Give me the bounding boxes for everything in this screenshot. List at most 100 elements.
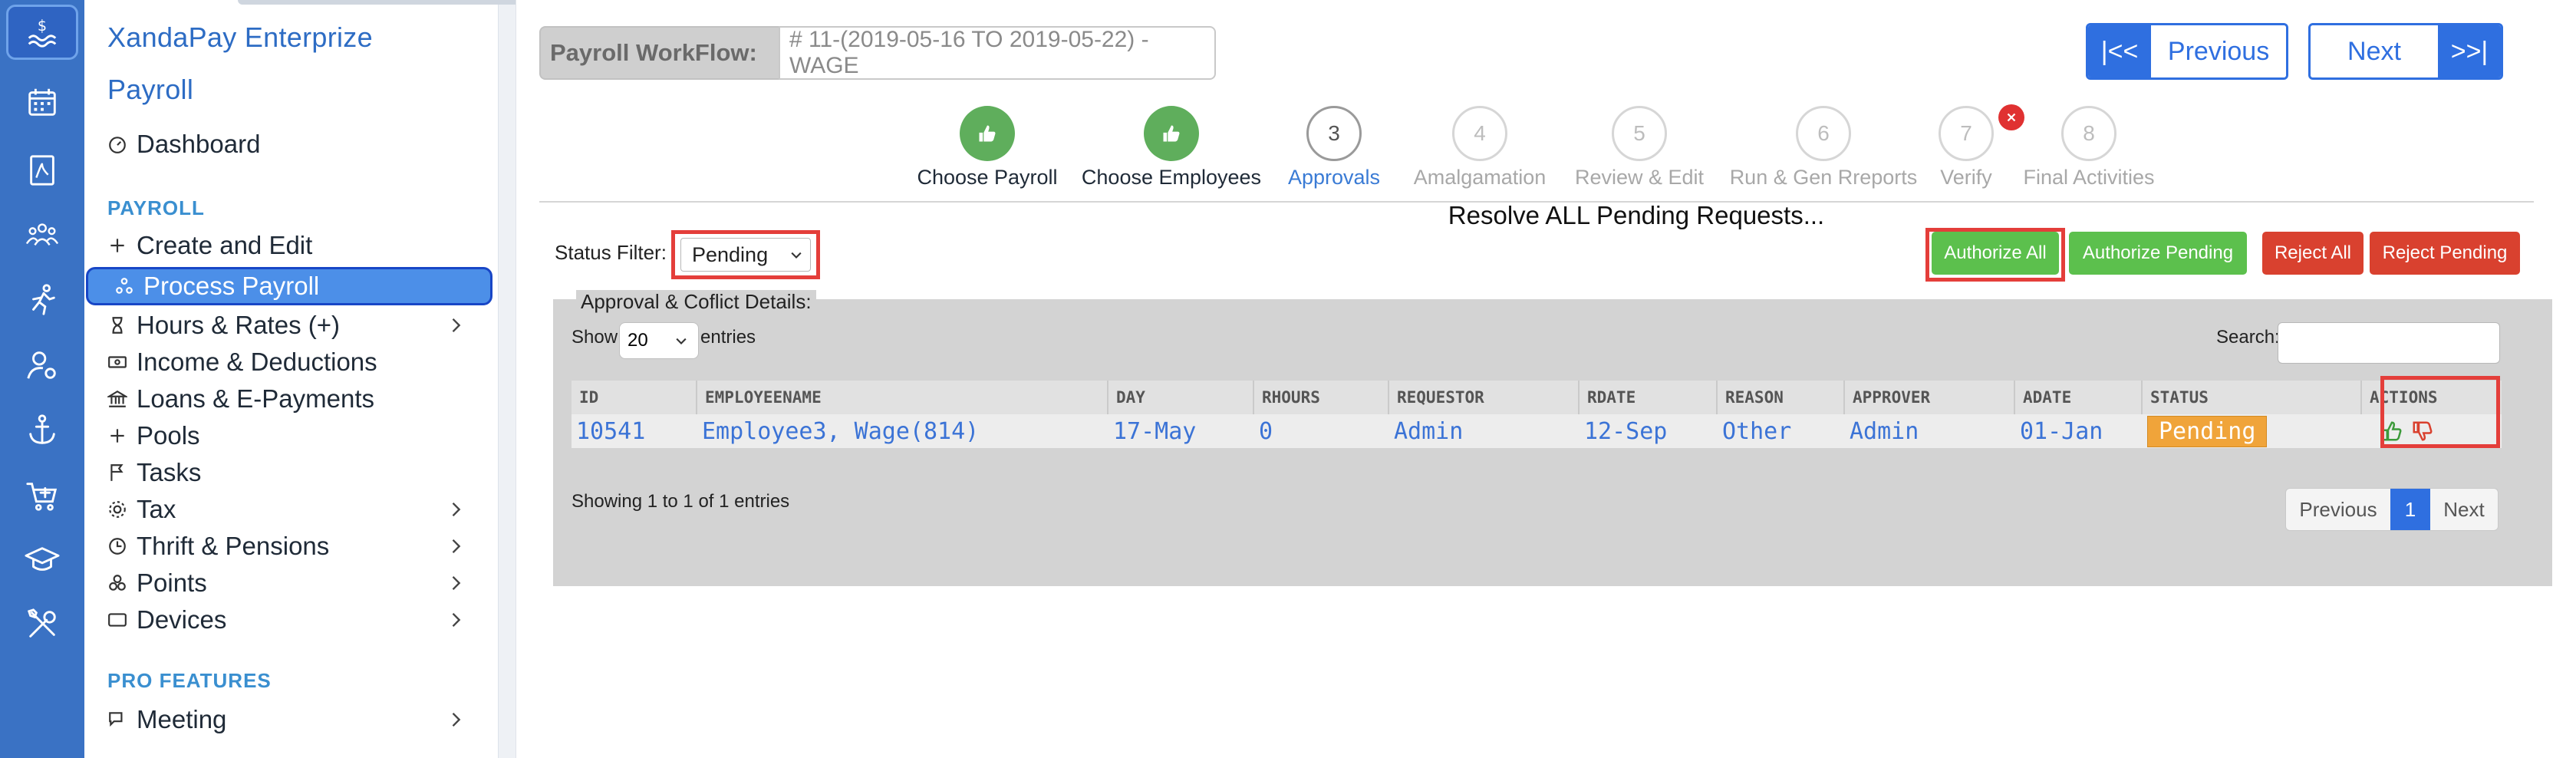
- status-badge: Pending: [2147, 415, 2268, 447]
- process-icon: [114, 275, 143, 298]
- sidebar-item-label: Pools: [137, 421, 200, 450]
- sidebar-item-points[interactable]: Points: [107, 565, 483, 601]
- sidebar-item-label: Process Payroll: [143, 272, 320, 300]
- pdf-icon[interactable]: [6, 143, 78, 198]
- pagination: Previous 1 Next: [2285, 488, 2499, 531]
- rail-payroll-icon[interactable]: $: [6, 5, 78, 60]
- sidebar-item-loans-epayments[interactable]: Loans & E-Payments: [107, 381, 483, 417]
- column-header[interactable]: ID: [572, 381, 697, 414]
- previous-button[interactable]: |<< Previous: [2086, 23, 2288, 80]
- cart-add-icon[interactable]: [6, 468, 78, 523]
- resolve-heading: Resolve ALL Pending Requests...: [1448, 201, 1825, 229]
- user-settings-icon[interactable]: [6, 338, 78, 393]
- sidebar-item-label: Tax: [137, 495, 176, 523]
- cell-requestor: Admin: [1389, 414, 1580, 448]
- column-header[interactable]: REASON: [1718, 381, 1845, 414]
- cell-reason: Other: [1718, 414, 1845, 448]
- first-page-button[interactable]: |<<: [2088, 25, 2152, 77]
- next-label: Next: [2311, 25, 2438, 77]
- chevron-right-icon: [452, 503, 461, 516]
- sidebar-item-label: Devices: [137, 605, 227, 634]
- sidebar-item-devices[interactable]: Devices: [107, 601, 483, 638]
- runner-icon[interactable]: [6, 272, 78, 327]
- cell-approver: Admin: [1845, 414, 2015, 448]
- sidebar-item-process-payroll[interactable]: Process Payroll: [86, 267, 492, 305]
- sidebar-top-bar: [238, 0, 557, 5]
- section-pro-features: PRO FEATURES: [107, 669, 272, 692]
- team-icon[interactable]: [6, 207, 78, 262]
- chevron-right-icon: [452, 539, 461, 553]
- brand-title[interactable]: XandaPay Enterprize: [107, 21, 491, 54]
- sidebar-item-income-deductions[interactable]: Income & Deductions: [107, 344, 483, 381]
- thumbs-up-icon: [1144, 106, 1199, 161]
- pagination-page-1[interactable]: 1: [2390, 489, 2430, 530]
- brand-subtitle[interactable]: Payroll: [107, 74, 491, 106]
- sidebar-item-label: Hours & Rates (+): [137, 311, 340, 339]
- sidebar-item-tasks[interactable]: Tasks: [107, 454, 483, 491]
- app-root: $ XandaPay Enterprize Payroll Dashboard …: [0, 0, 2576, 758]
- dashboard-icon: [107, 133, 137, 156]
- sidebar-item-hours-rates[interactable]: Hours & Rates (+): [107, 307, 483, 344]
- workflow-select[interactable]: # 11-(2019-05-16 TO 2019-05-22) - WAGE: [779, 26, 1216, 80]
- previous-label: Previous: [2151, 25, 2286, 77]
- authorize-all-button[interactable]: Authorize All: [1932, 232, 2059, 275]
- step-number: 8: [2061, 106, 2116, 161]
- sidebar-item-pools[interactable]: Pools: [107, 417, 483, 454]
- sidebar-item-label: Dashboard: [137, 130, 261, 158]
- status-filter-highlight: Pending: [671, 230, 820, 279]
- reject-all-button[interactable]: Reject All: [2262, 232, 2364, 275]
- last-page-button[interactable]: >>|: [2437, 25, 2501, 77]
- entries-per-page-select[interactable]: 20: [619, 322, 699, 359]
- pagination-previous[interactable]: Previous: [2286, 489, 2390, 530]
- status-filter-value: Pending: [692, 242, 769, 266]
- column-header[interactable]: REQUESTOR: [1389, 381, 1580, 414]
- sidebar-item-dashboard[interactable]: Dashboard: [107, 126, 483, 163]
- svg-text:$: $: [38, 17, 47, 35]
- entries-per-page-value: 20: [628, 330, 648, 351]
- column-header[interactable]: RHOURS: [1254, 381, 1389, 414]
- authorize-pending-button[interactable]: Authorize Pending: [2069, 232, 2247, 275]
- status-filter-label: Status Filter:: [555, 241, 667, 264]
- chevron-down-icon: [791, 252, 802, 259]
- sidebar-item-label: Loans & E-Payments: [137, 384, 374, 413]
- column-header[interactable]: RDATE: [1580, 381, 1718, 414]
- calendar-icon[interactable]: [6, 75, 78, 130]
- sidebar-item-label: Income & Deductions: [137, 348, 377, 376]
- bank-icon: [107, 387, 137, 410]
- pagination-next[interactable]: Next: [2430, 489, 2498, 530]
- sidebar-item-label: Thrift & Pensions: [137, 532, 330, 560]
- cell-day: 17-May: [1108, 414, 1254, 448]
- anchor-icon[interactable]: [6, 402, 78, 457]
- sidebar-item-label: Tasks: [137, 458, 202, 486]
- chevron-right-icon: [452, 613, 461, 627]
- column-header[interactable]: STATUS: [2143, 381, 2362, 414]
- panel-legend: Approval & Coflict Details:: [576, 290, 816, 314]
- tools-icon[interactable]: [6, 597, 78, 652]
- chevron-right-icon: [452, 713, 461, 727]
- column-header[interactable]: ADATE: [2015, 381, 2143, 414]
- money-icon: [107, 351, 137, 374]
- column-header[interactable]: APPROVER: [1845, 381, 2015, 414]
- approval-panel: Approval & Coflict Details: Show 20 entr…: [553, 290, 2552, 586]
- column-header[interactable]: EMPLOYEENAME: [697, 381, 1108, 414]
- status-filter-select[interactable]: Pending: [680, 238, 811, 272]
- cell-status: Pending: [2143, 414, 2362, 448]
- device-icon: [107, 608, 137, 631]
- graduation-icon[interactable]: [6, 532, 78, 588]
- reject-pending-button[interactable]: Reject Pending: [2370, 232, 2520, 275]
- sidebar-item-meeting[interactable]: Meeting: [107, 701, 483, 738]
- search-input[interactable]: [2278, 322, 2500, 364]
- next-button[interactable]: Next >>|: [2308, 23, 2503, 80]
- step-final-activities[interactable]: 8 Final Activities: [1997, 106, 2181, 198]
- main-content: Payroll WorkFlow: # 11-(2019-05-16 TO 20…: [516, 0, 2576, 758]
- actions-highlight: [2380, 376, 2500, 448]
- column-header[interactable]: DAY: [1108, 381, 1254, 414]
- step-number: 6: [1796, 106, 1851, 161]
- chat-icon: [107, 708, 137, 731]
- icon-rail: $: [0, 0, 84, 758]
- sidebar-item-thrift-pensions[interactable]: Thrift & Pensions: [107, 528, 483, 565]
- sidebar-item-tax[interactable]: Tax: [107, 491, 483, 528]
- sidebar-item-create-edit[interactable]: Create and Edit: [107, 227, 483, 264]
- showing-entries-text: Showing 1 to 1 of 1 entries: [572, 491, 790, 512]
- workflow-label: Payroll WorkFlow:: [539, 26, 779, 80]
